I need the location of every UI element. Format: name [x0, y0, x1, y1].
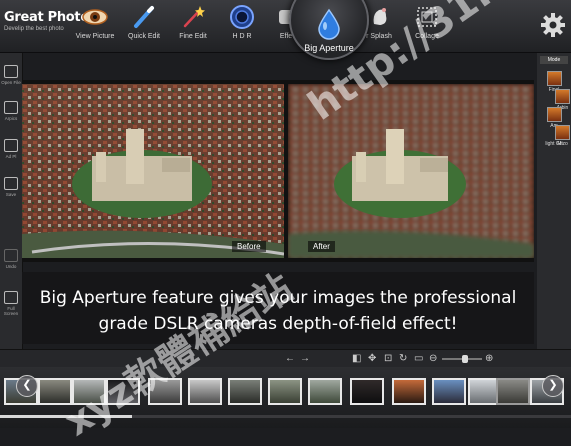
filmstrip-scrollbar-thumb[interactable] [0, 415, 132, 418]
zoom-in-icon[interactable]: ⊕ [485, 353, 493, 365]
after-photo[interactable]: After [288, 84, 534, 258]
filmstrip-thumbnail[interactable] [38, 378, 72, 405]
mode-thumb-icon [546, 71, 562, 86]
fine-edit-button[interactable]: Fine Edit [165, 4, 221, 40]
filmstrip: ❮ ❯ [0, 367, 571, 428]
sidebar-item-label: Full Screen [3, 306, 19, 316]
caption-line-1: Big Aperture feature gives your images t… [39, 288, 517, 308]
filmstrip-thumbnail[interactable] [350, 378, 384, 405]
filmstrip-thumbnail[interactable] [188, 378, 222, 405]
gear-icon[interactable] [540, 12, 566, 38]
rotate-icon[interactable]: ↻ [399, 353, 407, 365]
filmstrip-right-arrow[interactable]: ❯ [542, 375, 564, 397]
quick-edit-button[interactable]: Quick Edit [116, 4, 172, 40]
after-label: After [308, 241, 335, 252]
filmstrip-thumbnail[interactable] [496, 378, 530, 405]
next-arrow-icon[interactable]: → [300, 353, 310, 365]
caption-band: Big Aperture feature gives your images t… [22, 272, 534, 344]
water-drop-icon [315, 8, 343, 45]
lens-icon [229, 4, 255, 30]
play-icon [4, 101, 18, 114]
before-label: Before [232, 241, 266, 252]
filmstrip-thumbnail[interactable] [308, 378, 342, 405]
feature-caption: Big Aperture feature gives your images t… [22, 285, 534, 337]
right-panel-bottom-label: light Gri [545, 141, 563, 147]
mode-thumb-icon [546, 107, 562, 122]
right-panel: Final Arbin Am Mizo light Gri [537, 53, 571, 349]
full-screen-icon [4, 291, 18, 304]
sidebar-item-undo[interactable]: Undo [0, 249, 22, 269]
split-view-icon[interactable]: ◧ [352, 353, 361, 365]
view-picture-button[interactable]: View Picture [67, 4, 123, 40]
before-photo[interactable]: Before [22, 84, 284, 258]
splash-icon [366, 4, 392, 30]
add-icon [4, 139, 18, 152]
collage-icon [414, 4, 440, 30]
filmstrip-thumbnail[interactable] [392, 378, 426, 405]
big-aperture-button[interactable]: Big Aperture [289, 0, 369, 60]
filmstrip-thumbnail[interactable] [106, 378, 140, 405]
big-aperture-label: Big Aperture [304, 43, 354, 53]
mode-thumb-icon [555, 125, 570, 140]
collage-label: Collage [415, 33, 439, 40]
wand-icon [131, 4, 157, 30]
open-file-icon [4, 65, 18, 78]
sidebar-item-arpics[interactable]: Arpics [0, 101, 22, 121]
caption-line-2: grade DSLR cameras depth-of-field effect… [98, 314, 458, 334]
filmstrip-thumbnail[interactable] [268, 378, 302, 405]
filmstrip-thumbnail[interactable] [432, 378, 466, 405]
quick-edit-label: Quick Edit [128, 33, 160, 40]
left-sidebar: Open File Arpics Ad Pl Save Undo Full Sc… [0, 53, 23, 349]
sidebar-item-label: Arpics [4, 116, 18, 121]
sparkle-wand-icon [180, 4, 206, 30]
zoom-out-icon[interactable]: ⊖ [429, 353, 437, 365]
prev-arrow-icon[interactable]: ← [285, 353, 295, 365]
filmstrip-thumbnail[interactable] [228, 378, 262, 405]
fit-icon[interactable]: ▭ [414, 353, 423, 365]
sidebar-item-label: Ad Pl [5, 154, 17, 159]
fine-edit-label: Fine Edit [179, 33, 207, 40]
filmstrip-left-arrow[interactable]: ❮ [16, 375, 38, 397]
save-icon [4, 177, 18, 190]
sidebar-item-open-file[interactable]: Open File [0, 65, 22, 85]
sidebar-item-label: Save [5, 192, 17, 197]
zoom-slider-knob[interactable] [462, 355, 468, 363]
view-controls-bar: ← → ◧ ✥ ⊡ ↻ ▭ ⊖ ⊕ [0, 349, 571, 368]
sidebar-item-full-screen[interactable]: Full Screen [0, 291, 22, 316]
filmstrip-thumbnail[interactable] [148, 378, 182, 405]
filmstrip-thumbnail[interactable] [72, 378, 106, 405]
move-icon[interactable]: ✥ [368, 353, 376, 365]
sidebar-item-save[interactable]: Save [0, 177, 22, 197]
sidebar-item-add[interactable]: Ad Pl [0, 139, 22, 159]
view-picture-label: View Picture [75, 33, 115, 40]
sidebar-item-label: Undo [5, 264, 17, 269]
top-toolbar: Great Photo Develip the best photo View … [0, 0, 571, 53]
sidebar-item-label: Open File [1, 80, 21, 85]
undo-icon [4, 249, 18, 262]
crop-icon[interactable]: ⊡ [384, 353, 392, 365]
eye-icon [82, 4, 108, 30]
mode-thumb-icon [555, 89, 570, 104]
photo-compare-panel: Before After [22, 80, 534, 262]
collage-button[interactable]: Collage [399, 4, 455, 40]
mode-label: Mode [540, 56, 568, 64]
